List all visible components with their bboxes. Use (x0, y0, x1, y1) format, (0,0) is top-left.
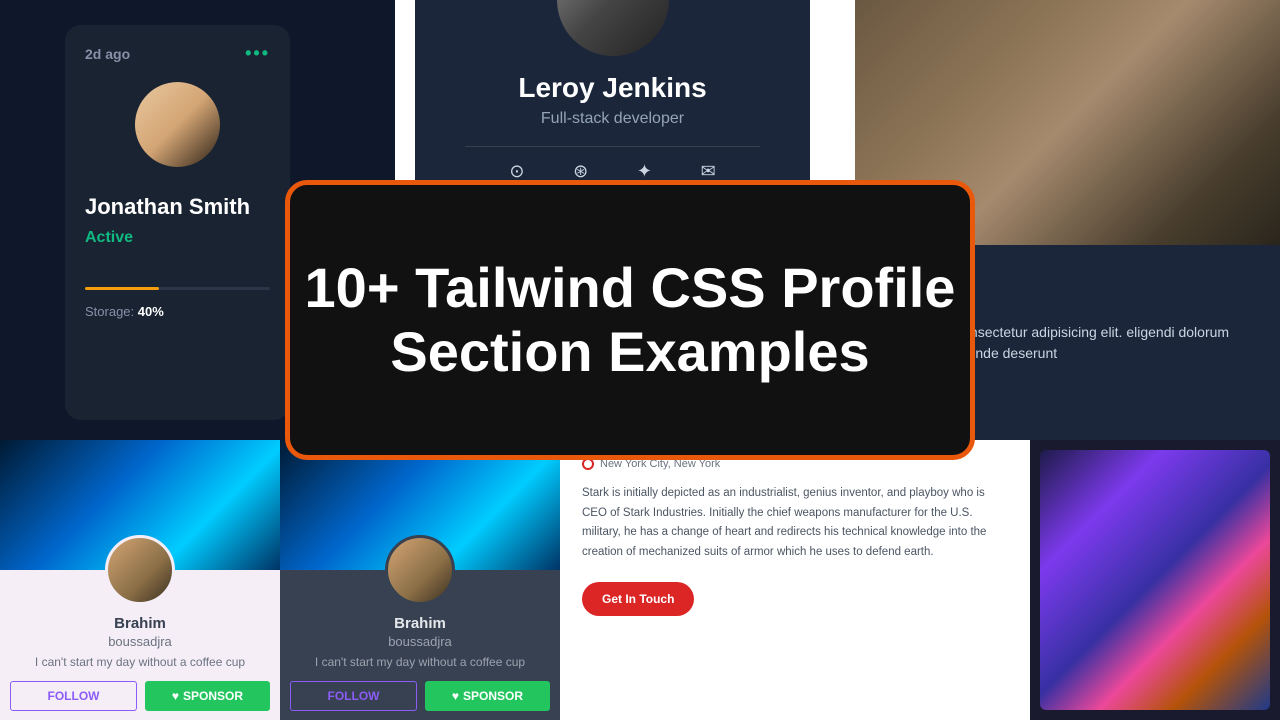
contact-button[interactable]: Get In Touch (582, 582, 694, 616)
status-badge: Active (85, 229, 270, 247)
page-title: 10+ Tailwind CSS Profile Section Example… (290, 256, 970, 385)
follow-button[interactable]: FOLLOW (10, 681, 137, 711)
sponsor-button[interactable]: ♥SPONSOR (425, 681, 550, 711)
github-icon[interactable]: ⊙ (509, 161, 524, 182)
profile-bio: I can't start my day without a coffee cu… (280, 655, 560, 669)
social-icons: ⊙ ⊛ ✦ ✉ (455, 147, 770, 182)
progress-bar (85, 287, 270, 290)
profile-card-brahim-light: Brahim boussadjra I can't start my day w… (0, 440, 280, 720)
twitter-icon[interactable]: ✦ (637, 161, 652, 182)
heart-icon: ♥ (172, 689, 179, 703)
profile-subtitle: Full-stack developer (455, 110, 770, 128)
sponsor-button[interactable]: ♥SPONSOR (145, 681, 270, 711)
dribbble-icon[interactable]: ⊛ (573, 161, 588, 182)
avatar (105, 535, 175, 605)
title-overlay: 10+ Tailwind CSS Profile Section Example… (285, 180, 975, 460)
profile-card-ironman (1030, 440, 1280, 720)
storage-label: Storage: 40% (85, 304, 270, 319)
mail-icon[interactable]: ✉ (701, 161, 716, 182)
profile-card-leroy: Leroy Jenkins Full-stack developer ⊙ ⊛ ✦… (415, 0, 810, 195)
timestamp: 2d ago (85, 46, 130, 62)
follow-button[interactable]: FOLLOW (290, 681, 417, 711)
profile-card-jonathan: 2d ago ••• Jonathan Smith Active Storage… (65, 25, 290, 420)
avatar (135, 82, 220, 167)
more-icon[interactable]: ••• (245, 43, 270, 64)
heart-icon: ♥ (452, 689, 459, 703)
avatar (385, 535, 455, 605)
profile-handle: boussadjra (0, 634, 280, 649)
profile-card-brahim-dark: Brahim boussadjra I can't start my day w… (280, 440, 560, 720)
profile-name: Jonathan Smith (85, 195, 270, 219)
profile-card-stark: New York City, New York Stark is initial… (560, 440, 1030, 720)
profile-description: Stark is initially depicted as an indust… (582, 484, 1008, 562)
profile-bio: I can't start my day without a coffee cu… (0, 655, 280, 669)
profile-name: Brahim (280, 615, 560, 632)
profile-photo (1040, 450, 1270, 710)
profile-handle: boussadjra (280, 634, 560, 649)
profile-name: Brahim (0, 615, 280, 632)
